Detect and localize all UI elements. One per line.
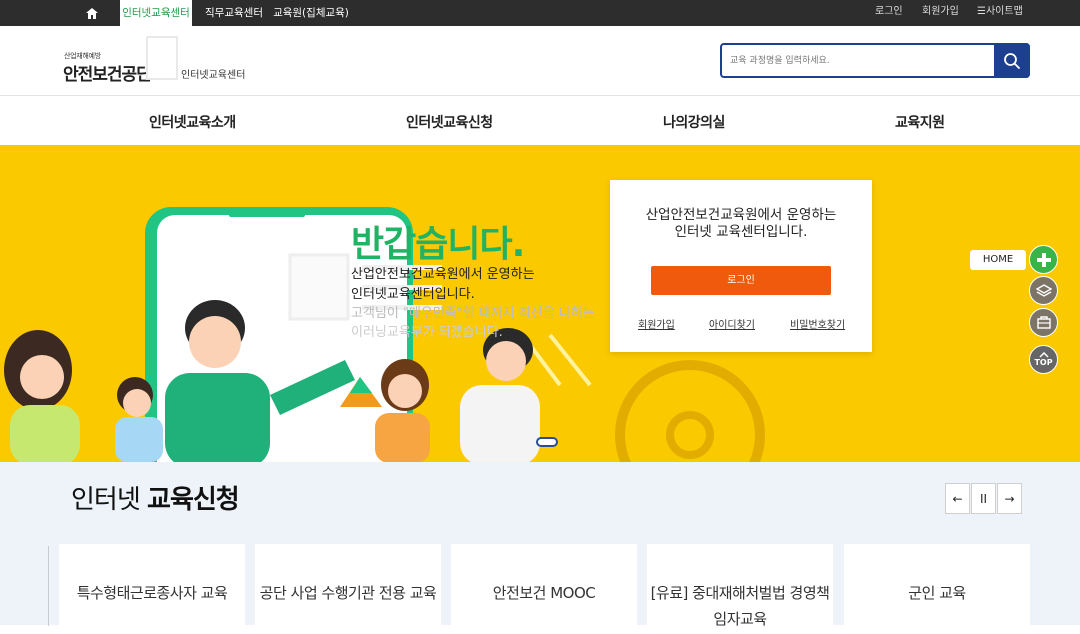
hero-banner: 반갑습니다. 산업안전보건교육원에서 운영하는 인터넷교육센터입니다. 고객님이… bbox=[0, 145, 1080, 462]
banner-pager-indicator[interactable] bbox=[536, 437, 558, 447]
search-input[interactable] bbox=[730, 45, 992, 76]
tab-internet-edu-center[interactable]: 인터넷교육센터 bbox=[120, 0, 192, 26]
banner-text-line4: 이러닝교육부가 되겠습니다. bbox=[351, 325, 503, 340]
logo-subtitle: 인터넷교육센터 bbox=[181, 70, 246, 81]
login-card: 산업안전보건교육원에서 운영하는 인터넷 교육센터입니다. 로그인 회원가입 아… bbox=[610, 180, 872, 352]
internet-edu-apply-section: 인터넷 교육신청 ← II → 특수형태근로종사자 교육 공단 사업 수행기관 … bbox=[0, 462, 1080, 634]
logo[interactable]: 안전보건공단 bbox=[63, 60, 152, 85]
pause-button[interactable]: II bbox=[971, 483, 996, 514]
search-button[interactable] bbox=[994, 43, 1030, 78]
course-card[interactable]: 군인 교육 bbox=[844, 544, 1030, 634]
top-label: TOP bbox=[1034, 358, 1053, 367]
prev-button[interactable]: ← bbox=[945, 483, 970, 514]
login-message-line2: 인터넷 교육센터입니다. bbox=[674, 224, 808, 240]
course-card-title: 특수형태근로종사자 교육 bbox=[76, 584, 228, 602]
course-card[interactable]: 안전보건 MOOC bbox=[451, 544, 637, 634]
quick-home-label[interactable]: HOME bbox=[970, 250, 1026, 270]
plus-icon[interactable] bbox=[1029, 245, 1058, 274]
signup-link[interactable]: 회원가입 bbox=[922, 0, 959, 26]
banner-text-line2: 인터넷교육센터입니다. bbox=[351, 287, 475, 302]
course-card-title: 안전보건 MOOC bbox=[492, 584, 596, 602]
signup-card-link[interactable]: 회원가입 bbox=[638, 316, 675, 331]
section-title-normal: 인터넷 bbox=[71, 485, 141, 515]
site-header: 산업재해예방 안전보건공단 인터넷교육센터 bbox=[0, 26, 1080, 96]
section-title: 인터넷 교육신청 bbox=[71, 479, 240, 516]
find-id-link[interactable]: 아이디찾기 bbox=[709, 316, 755, 331]
banner-text-line3: 고객님이 "매우만족"할 때까지 최선을 다하는 bbox=[351, 306, 595, 321]
nav-internet-edu-apply[interactable]: 인터넷교육신청 bbox=[406, 112, 493, 132]
book-icon[interactable] bbox=[1029, 308, 1058, 337]
main-nav: 인터넷교육소개 인터넷교육신청 나의강의실 교육지원 bbox=[0, 96, 1080, 145]
tab-job-edu-center[interactable]: 직무교육센터 bbox=[201, 0, 267, 26]
course-card[interactable]: [유료] 중대재해처벌법 경영책임자교육 bbox=[647, 544, 833, 634]
find-password-link[interactable]: 비밀번호찾기 bbox=[790, 316, 845, 331]
nav-edu-support[interactable]: 교육지원 bbox=[895, 112, 945, 132]
logo-image-placeholder bbox=[146, 36, 178, 80]
banner-text-line1: 산업안전보건교육원에서 운영하는 bbox=[351, 267, 535, 282]
search-icon bbox=[1004, 52, 1020, 69]
sitemap-link[interactable]: ☰사이트맵 bbox=[977, 0, 1023, 26]
next-button[interactable]: → bbox=[997, 483, 1022, 514]
course-card-title: 군인 교육 bbox=[908, 584, 966, 602]
banner-greeting: 반갑습니다. bbox=[351, 224, 525, 265]
nav-my-classroom[interactable]: 나의강의실 bbox=[663, 112, 725, 132]
course-card[interactable]: 특수형태근로종사자 교육 bbox=[59, 544, 245, 634]
section-title-bold: 교육신청 bbox=[147, 485, 240, 515]
top-utility-bar: 인터넷교육센터 직무교육센터 교육원(집체교육) 로그인 회원가입 ☰사이트맵 bbox=[0, 0, 1080, 26]
slider-edge-divider bbox=[48, 546, 49, 626]
top-icon[interactable]: TOP bbox=[1029, 345, 1058, 374]
course-card-title: 공단 사업 수행기관 전용 교육 bbox=[259, 584, 437, 602]
login-link[interactable]: 로그인 bbox=[875, 0, 903, 26]
layers-icon[interactable] bbox=[1029, 276, 1058, 305]
course-card-title: [유료] 중대재해처벌법 경영책임자교육 bbox=[650, 584, 830, 628]
search-box bbox=[720, 43, 1030, 78]
course-card[interactable]: 공단 사업 수행기관 전용 교육 bbox=[255, 544, 441, 634]
tab-training-institute[interactable]: 교육원(집체교육) bbox=[273, 0, 349, 26]
login-button[interactable]: 로그인 bbox=[651, 266, 831, 295]
nav-internet-edu-intro[interactable]: 인터넷교육소개 bbox=[149, 112, 236, 132]
home-icon[interactable] bbox=[72, 0, 112, 26]
